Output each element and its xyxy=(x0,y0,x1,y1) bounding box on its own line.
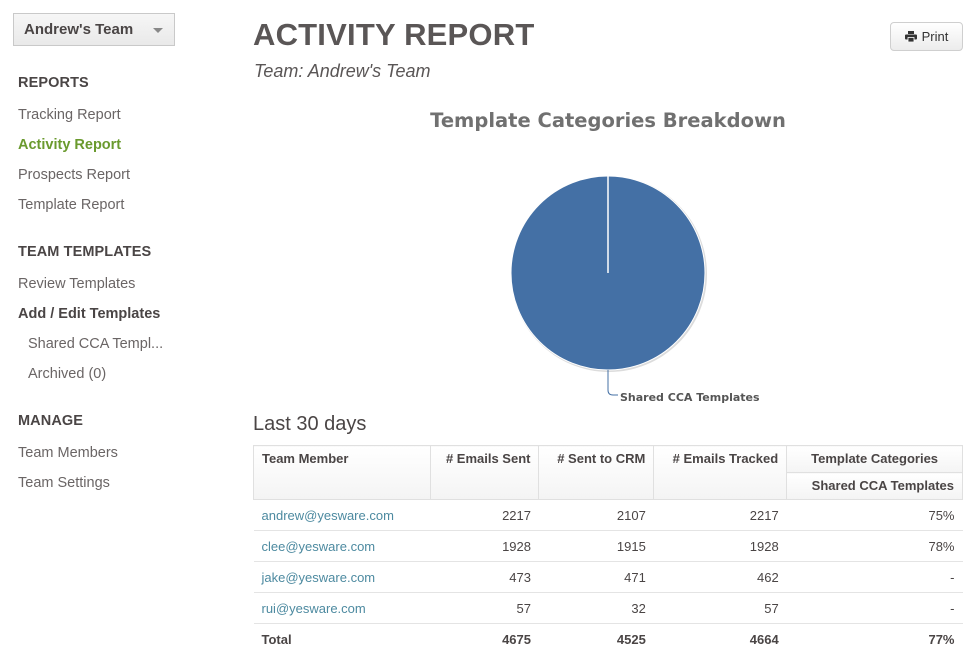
cell-emails-tracked: 57 xyxy=(653,592,787,624)
cell-sent-to-crm: 1915 xyxy=(538,530,654,562)
column-header-emails-tracked[interactable]: # Emails Tracked xyxy=(653,445,788,500)
column-header-shared-cca-templates[interactable]: Shared CCA Templates xyxy=(786,472,963,500)
cell-sent-to-crm: 32 xyxy=(538,592,654,624)
sidebar-item-archived[interactable]: Archived (0) xyxy=(28,366,106,382)
total-sent-to-crm: 4525 xyxy=(538,623,654,655)
chart-title: Template Categories Breakdown xyxy=(430,109,786,132)
cell-shared-cca-templates: - xyxy=(786,561,963,593)
table-row: andrew@yesware.com 2217 2107 2217 75% xyxy=(253,499,963,531)
section-title-reports: REPORTS xyxy=(18,75,89,91)
member-link[interactable]: clee@yesware.com xyxy=(262,539,376,554)
printer-icon xyxy=(904,31,917,42)
column-header-emails-sent[interactable]: # Emails Sent xyxy=(429,445,540,500)
cell-emails-sent: 57 xyxy=(430,592,539,624)
column-header-sent-to-crm[interactable]: # Sent to CRM xyxy=(538,445,655,500)
activity-table: Team Member # Emails Sent # Sent to CRM … xyxy=(253,445,963,655)
sidebar-item-template-report[interactable]: Template Report xyxy=(18,197,124,213)
sidebar-item-prospects-report[interactable]: Prospects Report xyxy=(18,167,130,183)
cell-sent-to-crm: 471 xyxy=(538,561,654,593)
cell-shared-cca-templates: 78% xyxy=(786,530,963,562)
total-shared-cca-templates: 77% xyxy=(786,623,963,655)
total-row: Total 4675 4525 4664 77% xyxy=(253,623,963,655)
member-link[interactable]: jake@yesware.com xyxy=(262,570,376,585)
section-title-team-templates: TEAM TEMPLATES xyxy=(18,244,152,260)
sidebar-item-review-templates[interactable]: Review Templates xyxy=(18,276,135,292)
cell-sent-to-crm: 2107 xyxy=(538,499,654,531)
cell-shared-cca-templates: - xyxy=(786,592,963,624)
cell-emails-sent: 473 xyxy=(430,561,539,593)
pie-label-connector xyxy=(607,370,618,396)
member-link[interactable]: rui@yesware.com xyxy=(262,601,366,616)
cell-emails-tracked: 462 xyxy=(653,561,787,593)
section-title-manage: MANAGE xyxy=(18,413,84,429)
column-group-template-categories: Template Categories xyxy=(786,445,963,473)
sidebar-item-team-settings[interactable]: Team Settings xyxy=(18,475,110,491)
sidebar-item-shared-cca-templates[interactable]: Shared CCA Templ... xyxy=(28,336,163,352)
cell-emails-tracked: 1928 xyxy=(653,530,787,562)
pie-chart: Shared CCA Templates xyxy=(510,175,760,404)
sidebar: Andrew's Team REPORTS Tracking Report Ac… xyxy=(0,0,240,662)
caret-down-icon xyxy=(153,28,163,33)
print-button[interactable]: Print xyxy=(890,22,963,51)
cell-emails-sent: 2217 xyxy=(430,499,539,531)
table-row: jake@yesware.com 473 471 462 - xyxy=(253,561,963,593)
cell-shared-cca-templates: 75% xyxy=(786,499,963,531)
column-header-team-member[interactable]: Team Member xyxy=(253,445,431,500)
table-row: clee@yesware.com 1928 1915 1928 78% xyxy=(253,530,963,562)
total-emails-tracked: 4664 xyxy=(653,623,787,655)
cell-emails-sent: 1928 xyxy=(430,530,539,562)
sidebar-item-add-edit-templates[interactable]: Add / Edit Templates xyxy=(18,306,160,322)
total-label: Total xyxy=(253,623,431,655)
sidebar-item-team-members[interactable]: Team Members xyxy=(18,445,118,461)
sidebar-item-activity-report[interactable]: Activity Report xyxy=(18,137,121,153)
page-subtitle: Team: Andrew's Team xyxy=(254,61,431,81)
total-emails-sent: 4675 xyxy=(430,623,539,655)
page-title: ACTIVITY REPORT xyxy=(253,17,535,52)
period-title: Last 30 days xyxy=(253,413,367,435)
team-selector-value: Andrew's Team xyxy=(24,21,134,38)
pie-slice-label: Shared CCA Templates xyxy=(620,391,760,404)
member-link[interactable]: andrew@yesware.com xyxy=(262,508,394,523)
team-selector-dropdown[interactable]: Andrew's Team xyxy=(13,13,175,46)
sidebar-item-tracking-report[interactable]: Tracking Report xyxy=(18,107,121,123)
cell-emails-tracked: 2217 xyxy=(653,499,787,531)
print-label: Print xyxy=(921,29,949,44)
table-row: rui@yesware.com 57 32 57 - xyxy=(253,592,963,624)
